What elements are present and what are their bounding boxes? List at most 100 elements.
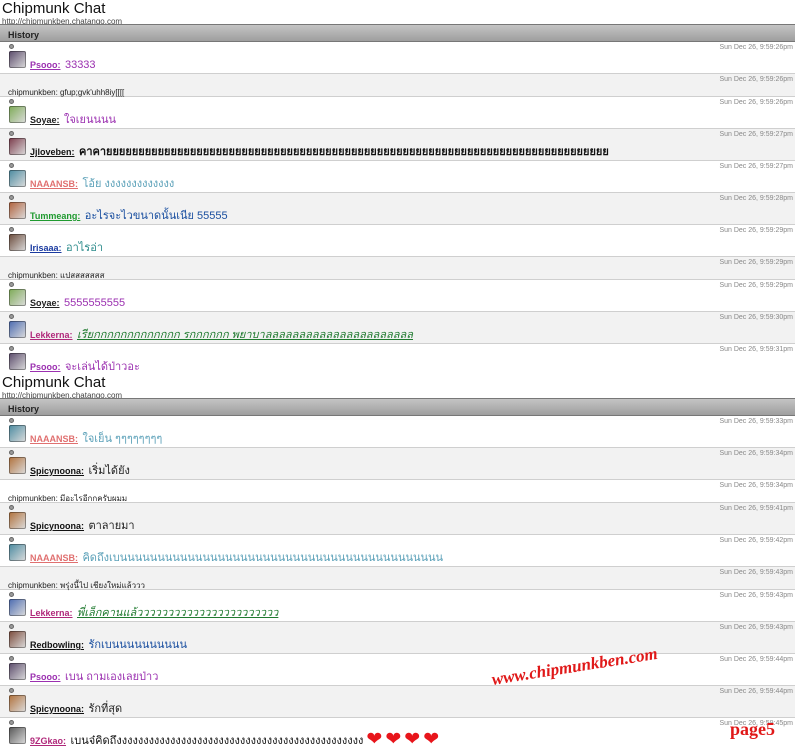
- username-link[interactable]: Spicynoona:: [30, 521, 84, 531]
- status-dot-icon: [9, 131, 14, 136]
- app-title: Chipmunk Chat: [2, 0, 106, 17]
- history-label: History: [8, 30, 40, 40]
- username-link[interactable]: Jjloveben:: [30, 147, 75, 157]
- message-timestamp: Sun Dec 26, 9:59:34pm: [719, 450, 793, 457]
- message-text: ตาลายมา: [88, 520, 135, 532]
- avatar[interactable]: [9, 234, 26, 251]
- status-dot-icon: [9, 99, 14, 104]
- message-text: คิดถึงเบนนนนนนนนนนนนนนนนนนนนนนนนนนนนนนนน…: [82, 552, 444, 564]
- avatar[interactable]: [9, 457, 26, 474]
- message-text: คาคายยยยยยยยยยยยยยยยยยยยยยยยยยยยยยยยยยยย…: [78, 146, 609, 158]
- message-line: Spicynoona: เริ่มได้ยัง: [30, 461, 130, 479]
- status-dot-icon: [9, 314, 14, 319]
- message-timestamp: Sun Dec 26, 9:59:44pm: [719, 688, 793, 695]
- avatar[interactable]: [9, 544, 26, 561]
- username-link[interactable]: Psooo:: [30, 60, 61, 70]
- message-text: รักที่สุด: [88, 703, 123, 715]
- username-link[interactable]: NAAANSB:: [30, 434, 78, 444]
- message-timestamp: Sun Dec 26, 9:59:28pm: [719, 195, 793, 202]
- message-timestamp: Sun Dec 26, 9:59:29pm: [719, 227, 793, 234]
- message-line: Jjloveben: คาคายยยยยยยยยยยยยยยยยยยยยยยยย…: [30, 142, 609, 160]
- message-line: NAAANSB: ใจเย็น ๆๆๆๆๆๆๆๆ: [30, 429, 162, 447]
- username-link[interactable]: NAAANSB:: [30, 179, 78, 189]
- message-timestamp: Sun Dec 26, 9:59:33pm: [719, 418, 793, 425]
- message-timestamp: Sun Dec 26, 9:59:44pm: [719, 656, 793, 663]
- message-row: Sun Dec 26, 9:59:44pm Spicynoona: รักที่ส…: [0, 686, 795, 718]
- history-bar[interactable]: History: [0, 398, 795, 416]
- message-row: Sun Dec 26, 9:59:41pm Spicynoona: ตาลายมา: [0, 503, 795, 535]
- message-line: NAAANSB: คิดถึงเบนนนนนนนนนนนนนนนนนนนนนนน…: [30, 548, 443, 566]
- message-timestamp: Sun Dec 26, 9:59:43pm: [719, 624, 793, 631]
- history-label: History: [8, 404, 40, 414]
- message-timestamp: Sun Dec 26, 9:59:26pm: [719, 44, 793, 51]
- avatar[interactable]: [9, 631, 26, 648]
- username-link[interactable]: Spicynoona:: [30, 704, 84, 714]
- avatar[interactable]: [9, 425, 26, 442]
- status-dot-icon: [9, 418, 14, 423]
- avatar[interactable]: [9, 512, 26, 529]
- message-text: ใจเย็น ๆๆๆๆๆๆๆๆ: [82, 433, 163, 445]
- message-line: Irisaaa: อาไรอ่า: [30, 238, 103, 256]
- message-timestamp: Sun Dec 26, 9:59:26pm: [719, 99, 793, 106]
- message-line: Lekkerna: เรียกกกกกกกกกกกกก รกกกกกก พยาบ…: [30, 325, 413, 343]
- username-link[interactable]: NAAANSB:: [30, 553, 78, 563]
- status-dot-icon: [9, 656, 14, 661]
- avatar[interactable]: [9, 353, 26, 370]
- avatar[interactable]: [9, 202, 26, 219]
- message-line: Tummeang: อะไรจะไวขนาดนั้นเนีย 55555: [30, 206, 228, 224]
- message-text: เบนจ๋คิดถึงงงงงงงงงงงงงงงงงงงงงงงงงงงงงง…: [70, 735, 364, 747]
- message-row: Sun Dec 26, 9:59:26pm Psooo: 33333: [0, 42, 795, 74]
- page-label: page5: [730, 719, 775, 739]
- avatar[interactable]: [9, 106, 26, 123]
- status-dot-icon: [9, 537, 14, 542]
- avatar[interactable]: [9, 599, 26, 616]
- username-link[interactable]: Tummeang:: [30, 211, 80, 221]
- system-message-row: Sun Dec 26, 9:59:34pm chipmunkben: มีอะไร…: [0, 480, 795, 503]
- username-link[interactable]: 9ZGkao:: [30, 736, 66, 746]
- avatar[interactable]: [9, 138, 26, 155]
- avatar[interactable]: [9, 51, 26, 68]
- message-row: Sun Dec 26, 9:59:42pm NAAANSB: คิดถึงเบนน…: [0, 535, 795, 567]
- avatar[interactable]: [9, 663, 26, 680]
- username-link[interactable]: Spicynoona:: [30, 466, 84, 476]
- message-line: Soyae: 5555555555: [30, 293, 125, 311]
- message-row: Sun Dec 26, 9:59:30pm Lekkerna: เรียกกกกก…: [0, 312, 795, 344]
- avatar[interactable]: [9, 170, 26, 187]
- avatar[interactable]: [9, 289, 26, 306]
- message-row: Sun Dec 26, 9:59:27pm NAAANSB: โอ้ย งงงงง…: [0, 161, 795, 193]
- username-link[interactable]: Psooo:: [30, 672, 61, 682]
- username-link[interactable]: Lekkerna:: [30, 608, 73, 618]
- message-text: เริ่มได้ยัง: [88, 465, 130, 477]
- status-dot-icon: [9, 688, 14, 693]
- avatar[interactable]: [9, 727, 26, 744]
- username-link[interactable]: Soyae:: [30, 115, 60, 125]
- message-text: พี่เล็กคานแล้ววววววววววววววววววววววว: [76, 607, 279, 619]
- message-line: NAAANSB: โอ้ย งงงงงงงงงงงงง: [30, 174, 174, 192]
- username-link[interactable]: Lekkerna:: [30, 330, 73, 340]
- heart-icon: ❤: [423, 728, 440, 748]
- status-dot-icon: [9, 44, 14, 49]
- message-timestamp: Sun Dec 26, 9:59:29pm: [719, 259, 793, 266]
- system-message-text: chipmunkben: พรุ่งนี้ไป เชียงใหม่แล้ววว: [8, 581, 146, 590]
- message-row: Sun Dec 26, 9:59:28pm Tummeang: อะไรจะไวข…: [0, 193, 795, 225]
- message-line: 9ZGkao: เบนจ๋คิดถึงงงงงงงงงงงงงงงงงงงงงง…: [30, 728, 440, 748]
- message-row: Sun Dec 26, 9:59:34pm Spicynoona: เริ่มได…: [0, 448, 795, 480]
- username-link[interactable]: Irisaaa:: [30, 243, 62, 253]
- status-dot-icon: [9, 624, 14, 629]
- system-message-text: chipmunkben: มีอะไรอีกกครับผมม: [8, 494, 128, 503]
- status-dot-icon: [9, 592, 14, 597]
- message-timestamp: Sun Dec 26, 9:59:30pm: [719, 314, 793, 321]
- chat-panel-1: Chipmunk Chat http://chipmunkben.chatang…: [0, 0, 795, 372]
- status-dot-icon: [9, 450, 14, 455]
- history-bar[interactable]: History: [0, 24, 795, 42]
- message-row: Sun Dec 26, 9:59:33pm NAAANSB: ใจเย็น ๆๆๆ…: [0, 416, 795, 448]
- username-link[interactable]: Psooo:: [30, 362, 61, 372]
- message-timestamp: Sun Dec 26, 9:59:43pm: [719, 569, 793, 576]
- username-link[interactable]: Soyae:: [30, 298, 60, 308]
- avatar[interactable]: [9, 695, 26, 712]
- avatar[interactable]: [9, 321, 26, 338]
- username-link[interactable]: Redbowling:: [30, 640, 84, 650]
- message-row: Sun Dec 26, 9:59:43pm Redbowling: รักเบนน…: [0, 622, 795, 654]
- message-timestamp: Sun Dec 26, 9:59:34pm: [719, 482, 793, 489]
- message-row: Sun Dec 26, 9:59:29pm Irisaaa: อาไรอ่า: [0, 225, 795, 257]
